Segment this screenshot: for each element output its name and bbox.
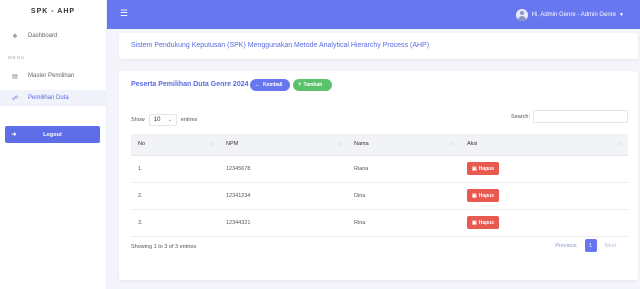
column-header-nama[interactable]: Nama ↑↓ [347,134,460,156]
entries-label: entries [180,117,198,123]
search-input[interactable] [533,110,628,123]
menu-heading: MENU [8,55,26,60]
sort-asc-icon: ↑↓ [209,141,214,147]
add-button[interactable]: + Tambah [293,79,332,91]
card-title: Peserta Pemilihan Duta Genre 2024 [131,81,249,88]
column-header-npm[interactable]: NPM ↑↓ [219,134,347,156]
cell-npm: 12341234 [219,182,347,210]
sort-icon: ↑↓ [618,141,623,147]
add-label: Tambah [303,82,323,88]
header-card: Sistem Pendukung Keputusan (SPK) Menggun… [119,33,638,59]
participants-table: No ↑↓ NPM ↑↓ Nama ↑↓ Aksi ↑↓ 1. 12345678 Ria… [131,134,628,237]
home-icon: ❖ [12,33,18,40]
cell-aksi: ▣ Hapus [460,209,628,237]
back-label: Kembali [263,82,283,88]
sidebar-item-label: Dashboard [28,33,58,39]
pagination: Previous 1 Next [551,239,620,252]
sort-icon: ↑↓ [450,141,455,147]
entries-value: 10 [153,117,161,123]
sidebar-item-label: Pemilihan Duta [28,95,69,101]
entries-length: Show 10 ⌄ entries [131,114,197,126]
trash-icon: ▣ [472,219,477,226]
cell-aksi: ▣ Hapus [460,182,628,210]
delete-button[interactable]: ▣ Hapus [467,189,500,202]
logout-button[interactable]: ➜ Logout [5,126,100,143]
topbar: ☰ Hi, Admin Genre - Admin Genre ▼ [107,0,640,29]
sidebar-item-pemilihan-duta[interactable]: ☍ Pemilihan Duta [0,90,107,106]
cell-aksi: ▣ Hapus [460,155,628,183]
cell-npm: 12345678 [219,155,347,183]
pagination-page-current[interactable]: 1 [584,239,597,252]
cell-no: 1. [131,155,219,183]
search-filter: Search: [511,110,628,123]
sidebar-item-label: Master Pemilihan [28,73,75,79]
user-greeting: Hi, Admin Genre - Admin Genre [531,11,617,18]
participants-card: Peserta Pemilihan Duta Genre 2024 ← Kemb… [119,71,638,280]
entries-select[interactable]: 10 ⌄ [148,114,177,126]
menu-toggle-icon[interactable]: ☰ [120,9,128,18]
delete-button[interactable]: ▣ Hapus [467,216,500,229]
delete-button[interactable]: ▣ Hapus [467,162,500,175]
trash-icon: ▣ [472,192,477,199]
column-header-aksi[interactable]: Aksi ↑↓ [460,134,628,156]
logout-icon: ➜ [11,132,17,138]
show-label: Show [131,117,145,123]
column-header-no[interactable]: No ↑↓ [131,134,219,156]
search-label: Search: [511,113,530,120]
cell-npm: 12344321 [219,209,347,237]
cell-nama: Rina [347,209,460,237]
sort-icon: ↑↓ [337,141,342,147]
chart-icon: ▤ [12,73,18,80]
cell-nama: Dina [347,182,460,210]
sidebar: SPK - AHP ❖ Dashboard MENU ▤ Master Pemi… [0,0,107,289]
arrow-left-icon: ← [255,82,261,88]
cell-no: 3. [131,209,219,237]
link-icon: ☍ [11,95,19,102]
table-row: 1. 12345678 Riana ▣ Hapus [131,155,628,183]
avatar [515,8,528,21]
cell-nama: Riana [347,155,460,183]
sidebar-item-dashboard[interactable]: ❖ Dashboard [0,28,107,44]
chevron-down-icon: ⌄ [167,117,172,123]
user-menu[interactable]: Hi, Admin Genre - Admin Genre ▼ [515,8,624,21]
table-row: 3. 12344321 Rina ▣ Hapus [131,209,628,237]
chevron-down-icon: ▼ [619,11,624,18]
table-info: Showing 1 to 3 of 3 entries [131,244,197,250]
trash-icon: ▣ [472,165,477,172]
table-header-row: No ↑↓ NPM ↑↓ Nama ↑↓ Aksi ↑↓ [131,134,628,156]
table-row: 2. 12341234 Dina ▣ Hapus [131,182,628,210]
pagination-previous[interactable]: Previous [551,243,580,249]
plus-icon: + [298,82,302,88]
cell-no: 2. [131,182,219,210]
logout-label: Logout [43,131,62,138]
sidebar-item-master-pemilihan[interactable]: ▤ Master Pemilihan [0,68,107,84]
back-button[interactable]: ← Kembali [250,79,290,91]
sidebar-brand[interactable]: SPK - AHP [0,0,106,24]
page-title: Sistem Pendukung Keputusan (SPK) Menggun… [131,42,430,49]
pagination-next[interactable]: Next [601,243,620,249]
